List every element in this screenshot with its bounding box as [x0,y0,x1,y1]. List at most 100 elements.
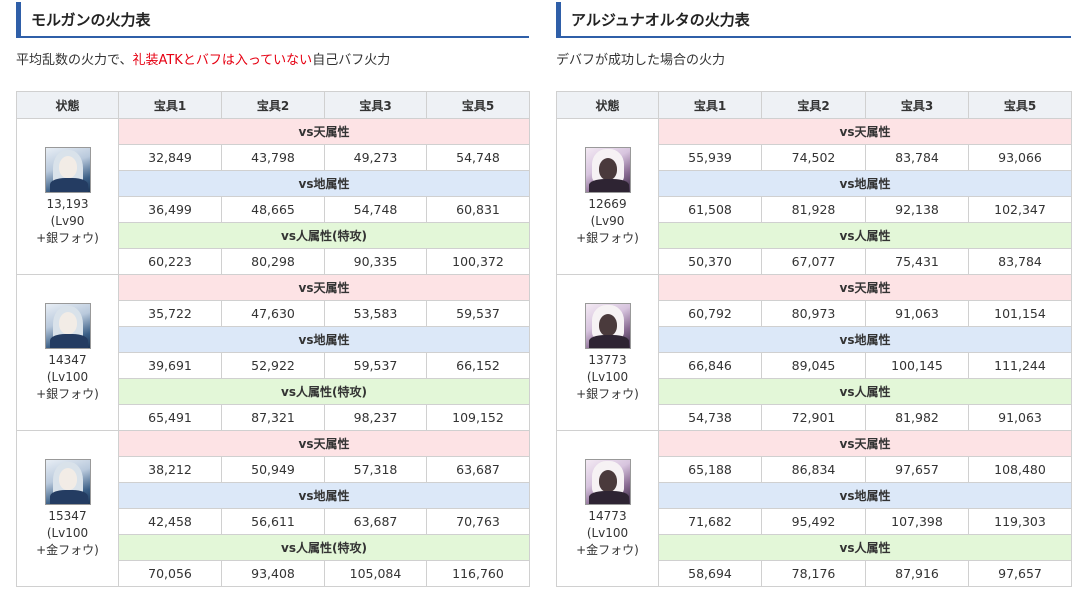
damage-value: 43,798 [221,144,325,171]
damage-value: 35,722 [118,300,222,327]
damage-value: 61,508 [658,196,762,223]
damage-value: 78,176 [761,560,866,587]
damage-value: 60,831 [426,196,530,223]
sky-band-row: 13773 (Lv100 +銀フォウ) vs天属性 [556,274,1072,431]
morgan-note-suffix: 自己バフ火力 [312,53,391,68]
damage-value: 83,784 [968,248,1072,275]
morgan-section-title: モルガンの火力表 [16,2,529,38]
damage-value: 48,665 [221,196,325,223]
state-cell: 13,193 (Lv90 +銀フォウ) [16,118,119,275]
damage-value: 102,347 [968,196,1072,223]
damage-value: 95,492 [761,508,866,535]
human-attribute-label: vs人属性 [658,222,1072,249]
fou-label: +銀フォウ) [576,230,639,245]
damage-value: 67,077 [761,248,866,275]
damage-value: 50,949 [221,456,325,483]
damage-value: 70,763 [426,508,530,535]
damage-value: 119,303 [968,508,1072,535]
fou-label: +金フォウ) [576,542,639,557]
atk-value: 15347 [48,508,87,523]
damage-value: 66,846 [658,352,762,379]
atk-value: 13773 [588,352,627,367]
damage-value: 58,694 [658,560,762,587]
damage-value: 39,691 [118,352,222,379]
morgan-damage-table: 状態 宝具1 宝具2 宝具3 宝具5 13,193 (Lv90 +銀フォウ) vs天属… [16,91,530,587]
damage-value: 111,244 [968,352,1072,379]
morgan-note-prefix: 平均乱数の火力で、 [16,53,133,68]
earth-attribute-label: vs地属性 [118,482,530,509]
damage-value: 98,237 [324,404,427,431]
damage-value: 109,152 [426,404,530,431]
arjuna-alter-section-title: アルジュナオルタの火力表 [556,2,1071,38]
level-label: (Lv100 [46,525,89,540]
sky-attribute-label: vs天属性 [118,274,530,301]
damage-value: 47,630 [221,300,325,327]
sky-band-row: 12669 (Lv90 +銀フォウ) vs天属性 [556,118,1072,275]
damage-value: 90,335 [324,248,427,275]
earth-attribute-label: vs地属性 [118,170,530,197]
damage-value: 54,738 [658,404,762,431]
damage-value: 60,792 [658,300,762,327]
header-np3: 宝具3 [865,91,969,119]
morgan-portrait-icon [44,458,91,505]
earth-attribute-label: vs地属性 [658,326,1072,353]
damage-value: 89,045 [761,352,866,379]
human-attribute-label: vs人属性 [658,378,1072,405]
damage-value: 97,657 [968,560,1072,587]
damage-value: 50,370 [658,248,762,275]
damage-value: 93,066 [968,144,1072,171]
damage-value: 100,372 [426,248,530,275]
damage-value: 91,063 [968,404,1072,431]
damage-value: 54,748 [426,144,530,171]
damage-value: 54,748 [324,196,427,223]
damage-value: 71,682 [658,508,762,535]
damage-value: 70,056 [118,560,222,587]
damage-value: 93,408 [221,560,325,587]
morgan-note: 平均乱数の火力で、礼装ATKとバフは入っていない自己バフ火力 [16,52,529,70]
human-attribute-label: vs人属性 [658,534,1072,561]
earth-attribute-label: vs地属性 [118,326,530,353]
sky-band-row: 14773 (Lv100 +金フォウ) vs天属性 [556,430,1072,587]
damage-value: 63,687 [426,456,530,483]
atk-value: 14347 [48,352,87,367]
header-np3: 宝具3 [324,91,427,119]
morgan-section: モルガンの火力表 平均乱数の火力で、礼装ATKとバフは入っていない自己バフ火力 … [16,0,530,587]
level-label: (Lv100 [586,369,629,384]
morgan-portrait-icon [44,302,91,349]
damage-value: 87,321 [221,404,325,431]
damage-value: 92,138 [865,196,969,223]
state-cell: 13773 (Lv100 +銀フォウ) [556,274,659,431]
damage-value: 65,491 [118,404,222,431]
arjuna-alter-portrait-icon [584,458,631,505]
damage-value: 105,084 [324,560,427,587]
damage-value: 66,152 [426,352,530,379]
damage-value: 116,760 [426,560,530,587]
level-label: (Lv100 [46,369,89,384]
damage-value: 53,583 [324,300,427,327]
damage-value: 65,188 [658,456,762,483]
fou-label: +銀フォウ) [36,386,99,401]
arjuna-alter-damage-table: 状態 宝具1 宝具2 宝具3 宝具5 12669 (Lv90 +銀フォウ) vs天属性… [556,91,1072,587]
damage-value: 80,973 [761,300,866,327]
morgan-portrait-icon [44,146,91,193]
arjuna-alter-section: アルジュナオルタの火力表 デバフが成功した場合の火力 状態 宝具1 宝具2 宝具… [556,0,1072,587]
damage-value: 57,318 [324,456,427,483]
damage-value: 81,982 [865,404,969,431]
damage-value: 83,784 [865,144,969,171]
damage-value: 56,611 [221,508,325,535]
damage-value: 80,298 [221,248,325,275]
fou-label: +銀フォウ) [576,386,639,401]
human-attribute-label: vs人属性(特攻) [118,534,530,561]
damage-value: 72,901 [761,404,866,431]
level-label: (Lv100 [586,525,629,540]
damage-value: 55,939 [658,144,762,171]
damage-value: 101,154 [968,300,1072,327]
damage-value: 36,499 [118,196,222,223]
fou-label: +金フォウ) [36,542,99,557]
state-cell: 12669 (Lv90 +銀フォウ) [556,118,659,275]
state-cell: 14773 (Lv100 +金フォウ) [556,430,659,587]
level-label: (Lv90 [590,213,625,228]
sky-band-row: 15347 (Lv100 +金フォウ) vs天属性 [16,430,530,587]
morgan-note-warning: 礼装ATKとバフは入っていない [132,53,313,68]
damage-value: 63,687 [324,508,427,535]
